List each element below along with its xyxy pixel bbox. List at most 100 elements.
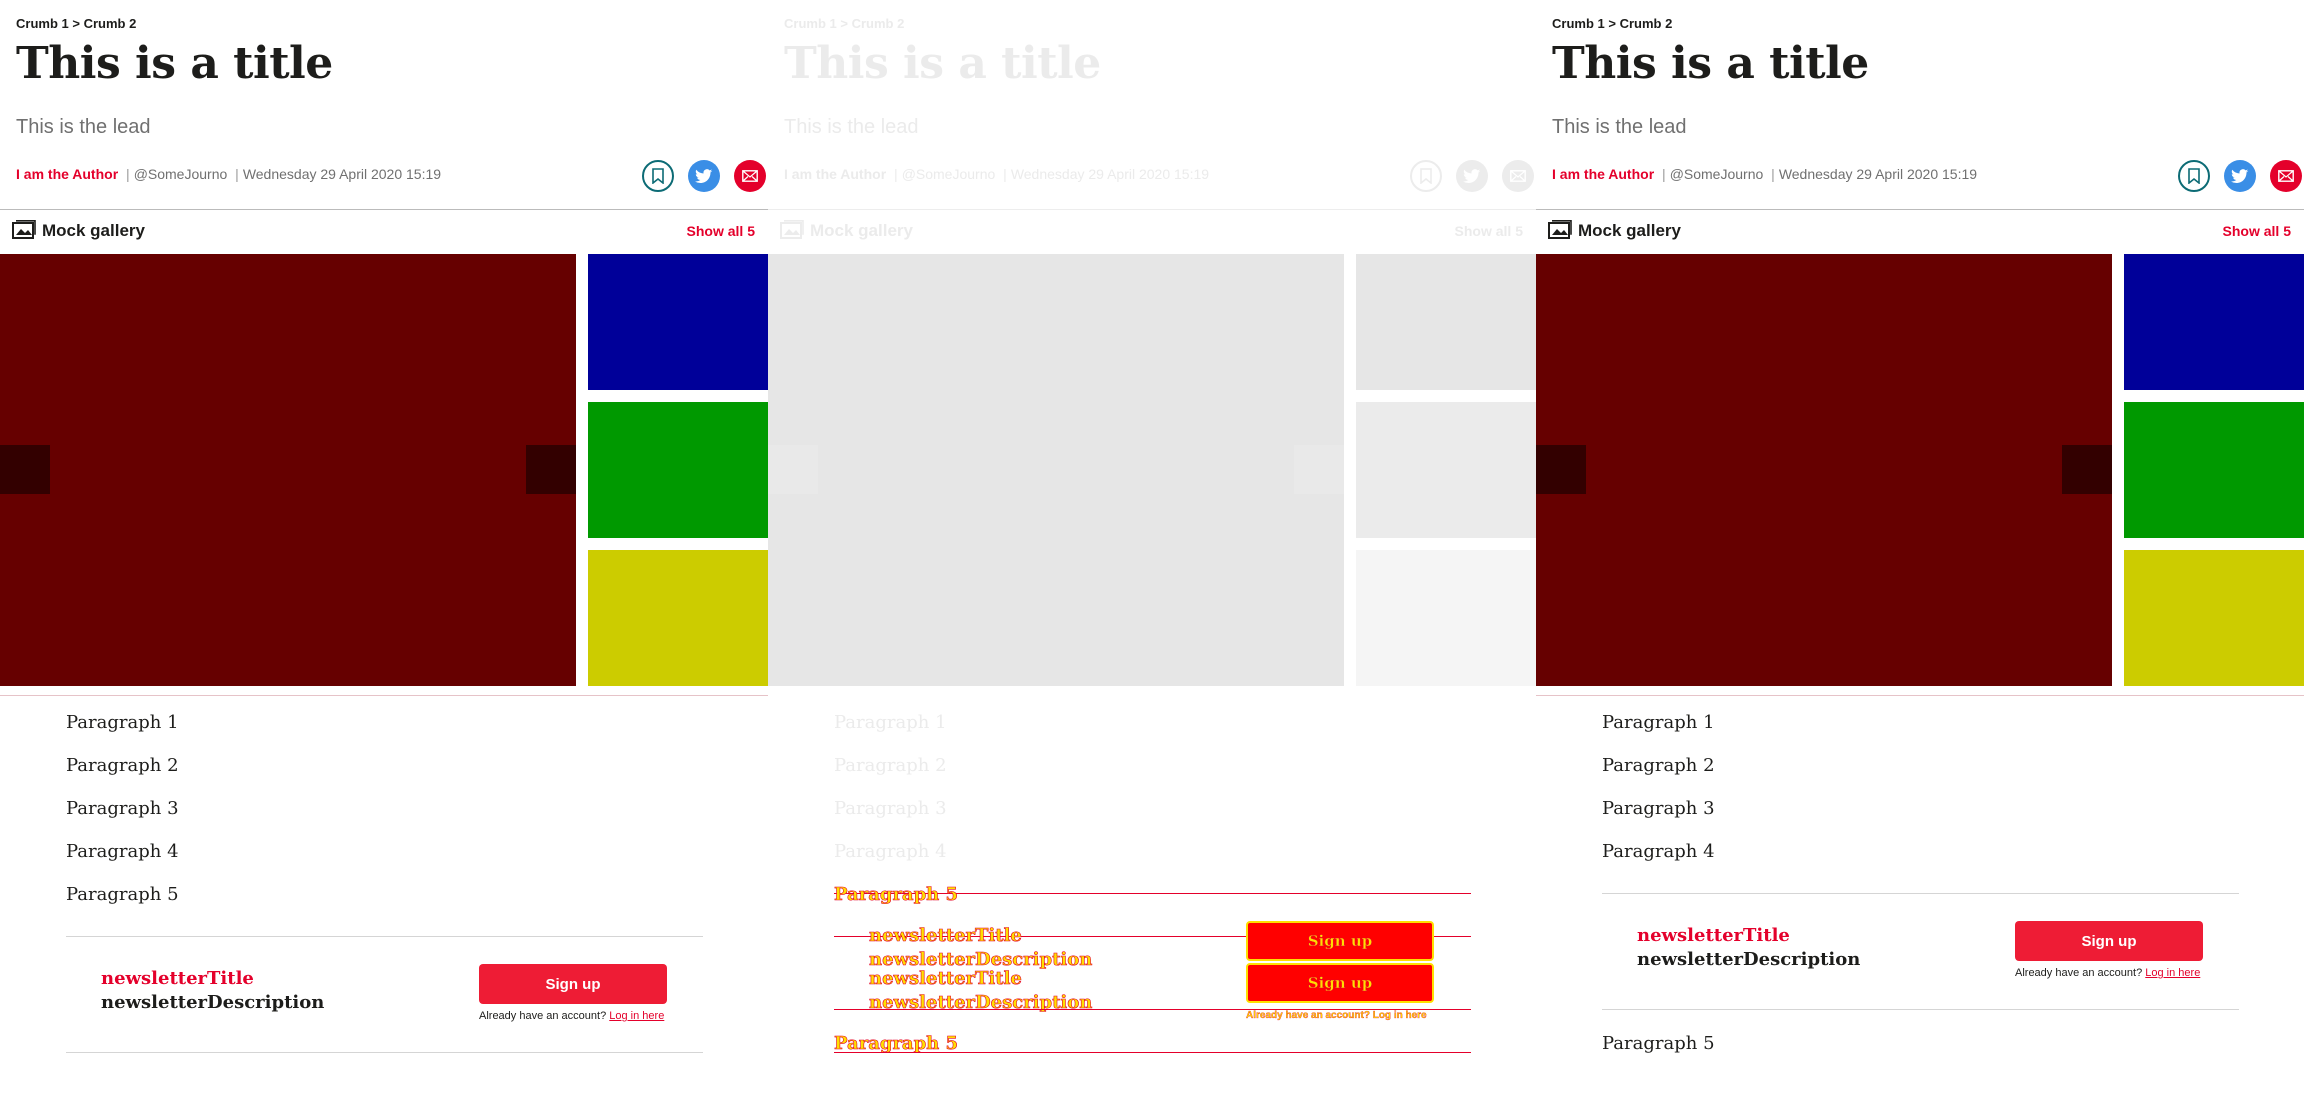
- show-all-link[interactable]: Show all 5: [687, 223, 755, 239]
- gallery-prev-button[interactable]: [768, 445, 818, 494]
- breadcrumb: Crumb 1 > Crumb 2: [1552, 16, 1672, 31]
- byline-separator: |: [894, 166, 898, 182]
- gallery-prev-button[interactable]: [0, 445, 50, 494]
- debug-paragraph: Paragraph 5: [834, 1033, 959, 1055]
- newsletter-description: newsletterDescription: [101, 992, 325, 1013]
- gallery-header: Mock gallery Show all 5: [1536, 214, 2304, 248]
- article-lead: This is the lead: [1552, 116, 1687, 138]
- newsletter-description: newsletterDescription: [1637, 949, 1861, 970]
- publish-date: Wednesday 29 April 2020 15:19: [242, 166, 442, 182]
- bookmark-button[interactable]: [2178, 160, 2210, 192]
- sign-up-button[interactable]: Sign up: [2015, 921, 2203, 961]
- debug-outline: [834, 1009, 1471, 1010]
- login-prompt-text: Already have an account?: [479, 1010, 607, 1022]
- divider: [66, 936, 703, 937]
- breadcrumb-item-1[interactable]: Crumb 1: [16, 16, 69, 31]
- article-variant-loading: Crumb 1 > Crumb 2 This is a title This i…: [768, 0, 1536, 1093]
- email-icon: [742, 170, 758, 182]
- email-share-button[interactable]: [2270, 160, 2302, 192]
- byline: I am the Author | @SomeJourno | Wednesday …: [16, 166, 441, 182]
- gallery-main-slide[interactable]: [1536, 254, 2112, 686]
- breadcrumb-item-2[interactable]: Crumb 2: [852, 16, 905, 31]
- gallery-next-button[interactable]: [1294, 445, 1344, 494]
- twitter-handle[interactable]: @SomeJourno: [1670, 166, 1764, 182]
- login-prompt-text: Already have an account?: [2015, 967, 2143, 979]
- author-link[interactable]: I am the Author: [16, 166, 118, 182]
- breadcrumb-item-2[interactable]: Crumb 2: [1620, 16, 1673, 31]
- publish-date: Wednesday 29 April 2020 15:19: [1778, 166, 1978, 182]
- twitter-share-button[interactable]: [1456, 160, 1488, 192]
- twitter-handle[interactable]: @SomeJourno: [902, 166, 996, 182]
- gallery-next-button[interactable]: [526, 445, 576, 494]
- debug-sign-up-button[interactable]: Sign up: [1246, 963, 1434, 1003]
- gallery-thumbnail-placeholder: [1356, 254, 1536, 390]
- email-share-button[interactable]: [1502, 160, 1534, 192]
- gallery-thumbnail-placeholder: [1356, 550, 1536, 686]
- twitter-icon: [1463, 168, 1481, 183]
- twitter-icon: [695, 168, 713, 183]
- breadcrumb-item-1[interactable]: Crumb 1: [1552, 16, 1605, 31]
- debug-newsletter-title: newsletterTitle: [869, 925, 1022, 947]
- gallery-prev-button[interactable]: [1536, 445, 1586, 494]
- byline-separator: |: [1662, 166, 1666, 182]
- publish-date: Wednesday 29 April 2020 15:19: [1010, 166, 1210, 182]
- show-all-link[interactable]: Show all 5: [2223, 223, 2291, 239]
- bookmark-icon: [1420, 168, 1432, 184]
- twitter-share-button[interactable]: [2224, 160, 2256, 192]
- debug-paragraph: Paragraph 5: [834, 884, 959, 906]
- paragraph: Paragraph 4: [66, 841, 179, 862]
- email-icon: [2278, 170, 2294, 182]
- divider: [768, 209, 1536, 210]
- bookmark-button[interactable]: [1410, 160, 1442, 192]
- paragraph: Paragraph 1: [1602, 712, 1715, 733]
- article-lead: This is the lead: [16, 116, 151, 138]
- sign-up-button[interactable]: Sign up: [479, 964, 667, 1004]
- debug-sign-up-button[interactable]: Sign up: [1246, 921, 1434, 961]
- login-link[interactable]: Log in here: [2145, 967, 2200, 979]
- page-title: This is a title: [16, 38, 333, 89]
- gallery-thumbnail[interactable]: [588, 550, 768, 686]
- login-link[interactable]: Log in here: [609, 1010, 664, 1022]
- divider: [0, 209, 768, 210]
- author-link[interactable]: I am the Author: [1552, 166, 1654, 182]
- show-all-link[interactable]: Show all 5: [1455, 223, 1523, 239]
- gallery-thumbnail[interactable]: [588, 254, 768, 390]
- debug-outline: [834, 1052, 1471, 1053]
- author-link[interactable]: I am the Author: [784, 166, 886, 182]
- divider: [1536, 695, 2304, 696]
- gallery-next-button[interactable]: [2062, 445, 2112, 494]
- newsletter-title: newsletterTitle: [1637, 925, 1790, 946]
- gallery-thumbnail[interactable]: [2124, 550, 2304, 686]
- byline: I am the Author | @SomeJourno | Wednesday …: [784, 166, 1209, 182]
- email-share-button[interactable]: [734, 160, 766, 192]
- article-variant-b: Crumb 1 > Crumb 2 This is a title This i…: [1536, 0, 2304, 1093]
- twitter-icon: [2231, 168, 2249, 183]
- paragraph: Paragraph 3: [834, 798, 947, 819]
- gallery-icon: [1548, 220, 1572, 239]
- paragraph: Paragraph 2: [66, 755, 179, 776]
- breadcrumb-item-1[interactable]: Crumb 1: [784, 16, 837, 31]
- paragraph: Paragraph 3: [66, 798, 179, 819]
- gallery-thumbnail[interactable]: [588, 402, 768, 538]
- paragraph: Paragraph 2: [834, 755, 947, 776]
- gallery-thumbnail[interactable]: [2124, 402, 2304, 538]
- byline-separator: |: [126, 166, 130, 182]
- twitter-share-button[interactable]: [688, 160, 720, 192]
- breadcrumb: Crumb 1 > Crumb 2: [784, 16, 904, 31]
- divider: [0, 695, 768, 696]
- breadcrumb-item-2[interactable]: Crumb 2: [84, 16, 137, 31]
- gallery-main-slide[interactable]: [0, 254, 576, 686]
- newsletter-title: newsletterTitle: [101, 968, 254, 989]
- twitter-handle[interactable]: @SomeJourno: [134, 166, 228, 182]
- debug-login-prompt: Already have an account? Log in here: [1246, 1010, 1427, 1021]
- gallery-thumbnail[interactable]: [2124, 254, 2304, 390]
- breadcrumb-separator: >: [840, 16, 848, 31]
- byline-separator: |: [1771, 166, 1775, 182]
- divider: [1602, 893, 2239, 894]
- debug-login-link[interactable]: Log in here: [1373, 1010, 1427, 1021]
- paragraph: Paragraph 2: [1602, 755, 1715, 776]
- breadcrumb-separator: >: [72, 16, 80, 31]
- bookmark-button[interactable]: [642, 160, 674, 192]
- gallery-label: Mock gallery: [810, 221, 913, 240]
- login-prompt: Already have an account? Log in here: [2015, 967, 2200, 979]
